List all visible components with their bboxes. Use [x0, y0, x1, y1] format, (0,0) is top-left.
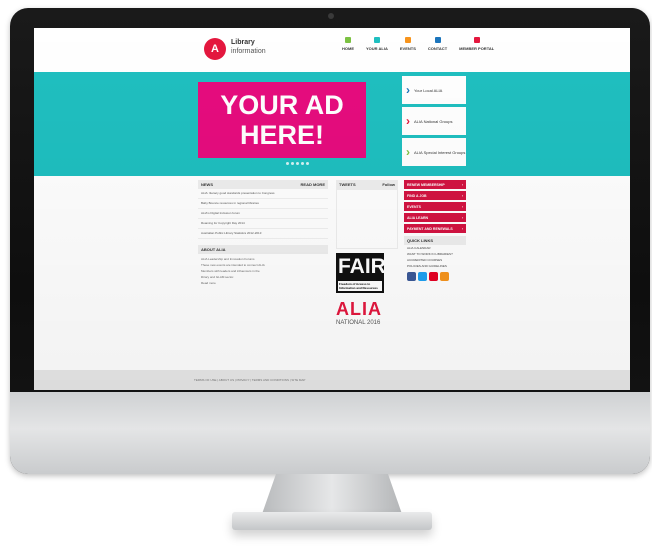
action-button[interactable]: RENEW MEMBERSHIP › — [404, 180, 466, 189]
nav-label: YOUR ALIA — [366, 46, 388, 51]
tweets-title: TWEETS — [339, 182, 356, 187]
footer-links[interactable]: TERMS OF USE | ABOUT US | PRIVACY | TERM… — [194, 378, 305, 382]
nav-icon — [434, 37, 441, 43]
news-item[interactable]: Roaming for Copyright Day 2014 — [198, 219, 328, 229]
action-button[interactable]: FIND A JOB › — [404, 191, 466, 200]
pinterest-icon[interactable] — [429, 272, 438, 281]
chevron-right-icon: › — [461, 204, 463, 209]
news-column: NEWS READ MORE ALIA: literacy good stand… — [198, 180, 328, 288]
news-list: ALIA: literacy good standards presentati… — [198, 189, 328, 239]
facebook-icon[interactable] — [407, 272, 416, 281]
tweets-feed[interactable] — [336, 189, 398, 249]
logo-line-2: information — [231, 48, 266, 55]
quick-links: ALIA CALENDAR WANT TO WORK IN LIBRARIES? A… — [404, 245, 466, 269]
about-text: ALIA Leadership and Innovation Forums The… — [198, 254, 328, 288]
action-label: PAYMENT AND RENEWALS — [407, 226, 453, 231]
carousel-dot[interactable] — [301, 162, 304, 165]
social-icons — [404, 269, 466, 284]
action-label: FIND A JOB — [407, 193, 427, 198]
hero-banner: YOUR AD HERE! › Your Local ALIA › ALIA Nati… — [34, 72, 630, 176]
alia-national-logo[interactable]: ALIA — [336, 299, 398, 320]
hero-tile-label: ALIA Special Interest Groups — [414, 149, 466, 155]
rss-icon[interactable] — [440, 272, 449, 281]
carousel-dots[interactable] — [286, 162, 309, 165]
action-label: ALIA LEARN — [407, 215, 429, 220]
fair-title: FAIR — [338, 255, 386, 278]
fair-subtitle: Freedom of Access to Information and Res… — [338, 281, 382, 291]
action-button[interactable]: EVENTS › — [404, 202, 466, 211]
main-nav: HOME YOUR ALIA EVENTS CONTACT MEMBER PORTAL — [342, 37, 494, 51]
nav-icon — [345, 37, 351, 43]
nav-item[interactable]: HOME — [342, 37, 354, 51]
middle-column: TWEETS Follow FAIR Freedom of Access to … — [336, 180, 398, 326]
action-button[interactable]: ALIA LEARN › — [404, 213, 466, 222]
webcam — [328, 13, 334, 19]
news-header: NEWS READ MORE — [198, 180, 328, 189]
nav-label: CONTACT — [427, 46, 448, 51]
chevron-right-icon: › — [461, 193, 463, 198]
news-item[interactable]: Baby Bounce resources in regional librar… — [198, 199, 328, 209]
chevron-right-icon: › — [406, 83, 410, 97]
monitor-base — [232, 512, 432, 530]
twitter-icon[interactable] — [418, 272, 427, 281]
logo-line-1: Library — [231, 39, 255, 46]
chevron-right-icon: › — [406, 114, 410, 128]
about-line: Read more — [201, 281, 216, 285]
news-item[interactable]: ALIA's Digital Inclusion forum — [198, 209, 328, 219]
monitor-chin — [10, 392, 650, 474]
right-column: RENEW MEMBERSHIP › FIND A JOB › EVENTS › ALIA … — [404, 180, 466, 284]
nav-label: HOME — [342, 46, 354, 51]
tweets-follow[interactable]: Follow — [382, 182, 395, 187]
alia-logo-mark[interactable]: A — [204, 38, 226, 60]
chevron-right-icon: › — [406, 145, 410, 159]
fair-logo[interactable]: FAIR Freedom of Access to Information an… — [336, 253, 386, 293]
hero-tile[interactable]: › ALIA National Groups — [402, 107, 466, 135]
site-footer: TERMS OF USE | ABOUT US | PRIVACY | TERM… — [34, 370, 630, 390]
chevron-right-icon: › — [461, 215, 463, 220]
hero-tile[interactable]: › ALIA Special Interest Groups — [402, 138, 466, 166]
chevron-right-icon: › — [461, 182, 463, 187]
action-label: RENEW MEMBERSHIP — [407, 182, 445, 187]
nav-icon — [373, 37, 380, 43]
hero-tiles: › Your Local ALIA › ALIA National Groups › AL… — [402, 76, 466, 169]
action-button[interactable]: PAYMENT AND RENEWALS › — [404, 224, 466, 233]
monitor-stand — [262, 474, 402, 514]
action-buttons: RENEW MEMBERSHIP › FIND A JOB › EVENTS › ALIA … — [404, 180, 466, 233]
action-label: EVENTS — [407, 204, 422, 209]
news-title: NEWS — [201, 182, 213, 187]
site-header: A Library information HOME YOUR ALIA EVENT… — [34, 28, 630, 72]
carousel-dot[interactable] — [291, 162, 294, 165]
website-screen: A Library information HOME YOUR ALIA EVENT… — [34, 28, 630, 390]
nav-item[interactable]: CONTACT — [428, 37, 447, 51]
tweets-header: TWEETS Follow — [336, 180, 398, 189]
ad-banner[interactable]: YOUR AD HERE! — [198, 82, 366, 158]
nav-item[interactable]: EVENTS — [400, 37, 416, 51]
hero-tile-label: Your Local ALIA — [414, 87, 443, 93]
nav-item[interactable]: MEMBER PORTAL — [459, 37, 494, 51]
nav-item[interactable]: YOUR ALIA — [366, 37, 388, 51]
nav-label: EVENTS — [399, 46, 416, 51]
about-header: ABOUT ALIA — [198, 245, 328, 254]
hero-tile-label: ALIA National Groups — [414, 118, 453, 124]
carousel-dot[interactable] — [286, 162, 289, 165]
carousel-dot[interactable] — [306, 162, 309, 165]
nav-label: MEMBER PORTAL — [459, 46, 495, 51]
national-conference-label: NATIONAL 2016 — [336, 320, 381, 326]
news-item[interactable]: ALIA: literacy good standards presentati… — [198, 189, 328, 199]
quick-links-header: QUICK LINKS — [404, 236, 466, 245]
news-item[interactable]: Australian Public Library Statistics 201… — [198, 229, 328, 239]
hero-tile[interactable]: › Your Local ALIA — [402, 76, 466, 104]
carousel-dot[interactable] — [296, 162, 299, 165]
news-read-more[interactable]: READ MORE — [301, 182, 325, 187]
ad-text: YOUR AD HERE! — [220, 90, 344, 150]
chevron-right-icon: › — [461, 226, 463, 231]
nav-icon — [473, 37, 480, 43]
nav-icon — [404, 37, 411, 43]
